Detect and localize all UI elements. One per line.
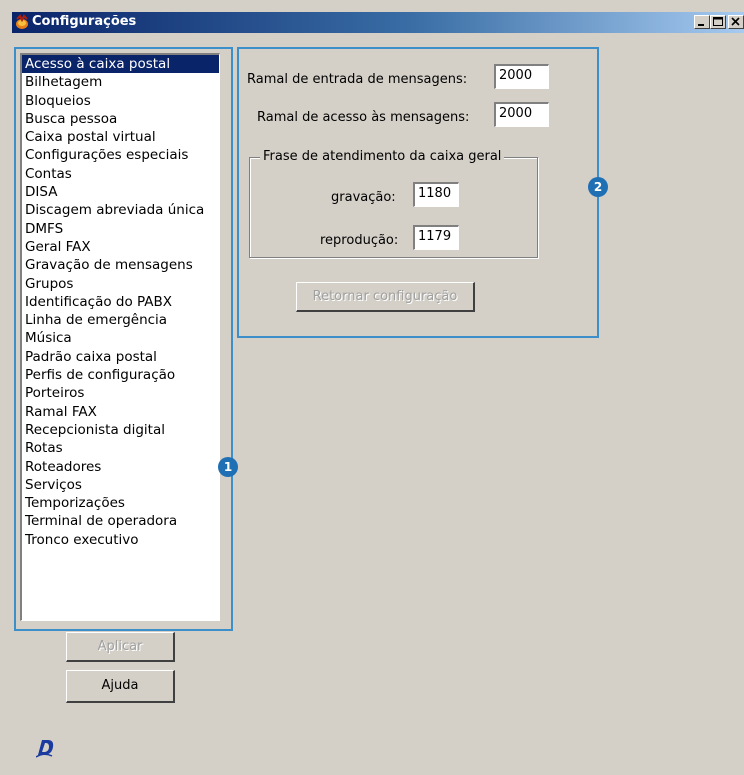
- list-item[interactable]: Serviços: [22, 476, 219, 494]
- maximize-icon: [713, 17, 723, 26]
- list-item[interactable]: Porteiros: [22, 384, 219, 402]
- minimize-icon: [698, 24, 704, 26]
- list-item[interactable]: Identificação do PABX: [22, 293, 219, 311]
- list-item[interactable]: Perfis de configuração: [22, 366, 219, 384]
- entrada-field[interactable]: 2000: [494, 64, 549, 89]
- aplicar-button[interactable]: Aplicar: [66, 632, 175, 662]
- list-item[interactable]: Música: [22, 329, 219, 347]
- settings-listbox[interactable]: Acesso à caixa postal Bilhetagem Bloqueios…: [20, 53, 220, 621]
- list-item[interactable]: Linha de emergência: [22, 311, 219, 329]
- list-item[interactable]: Roteadores: [22, 458, 219, 476]
- list-item[interactable]: Acesso à caixa postal: [22, 55, 219, 74]
- ajuda-button[interactable]: Ajuda: [66, 670, 175, 703]
- list-item[interactable]: Discagem abreviada única: [22, 201, 219, 219]
- acesso-label: Ramal de acesso às mensagens:: [257, 110, 470, 125]
- entrada-label: Ramal de entrada de mensagens:: [247, 72, 468, 87]
- list-item[interactable]: DMFS: [22, 220, 219, 238]
- groupbox-title: Frase de atendimento da caixa geral: [260, 149, 505, 164]
- list-item[interactable]: Terminal de operadora: [22, 512, 219, 530]
- callout-badge-1: 1: [218, 457, 238, 477]
- list-item[interactable]: Grupos: [22, 275, 219, 293]
- list-item[interactable]: Recepcionista digital: [22, 421, 219, 439]
- list-item[interactable]: Rotas: [22, 439, 219, 457]
- list-item[interactable]: Caixa postal virtual: [22, 128, 219, 146]
- gravacao-label: gravação:: [331, 190, 396, 205]
- list-item[interactable]: Padrão caixa postal: [22, 348, 219, 366]
- close-button[interactable]: [728, 15, 744, 29]
- title-bar[interactable]: Configurações: [12, 12, 744, 33]
- list-item[interactable]: DISA: [22, 183, 219, 201]
- list-item[interactable]: Bilhetagem: [22, 73, 219, 91]
- window-title: Configurações: [32, 14, 137, 29]
- reproducao-field[interactable]: 1179: [413, 225, 459, 250]
- list-item[interactable]: Temporizações: [22, 494, 219, 512]
- app-icon: [16, 14, 28, 29]
- list-item[interactable]: Geral FAX: [22, 238, 219, 256]
- gravacao-field[interactable]: 1180: [413, 182, 459, 207]
- minimize-button[interactable]: [694, 15, 710, 29]
- close-icon: [731, 17, 740, 26]
- configuracoes-window: Configurações Acesso à caixa postal Bilhe…: [0, 0, 744, 775]
- brand-logo: [36, 740, 54, 758]
- callout-badge-2: 2: [588, 177, 608, 197]
- reproducao-label: reprodução:: [320, 233, 399, 248]
- list-item[interactable]: Tronco executivo: [22, 531, 219, 549]
- list-item[interactable]: Configurações especiais: [22, 146, 219, 164]
- list-item[interactable]: Bloqueios: [22, 92, 219, 110]
- list-item[interactable]: Busca pessoa: [22, 110, 219, 128]
- list-item[interactable]: Gravação de mensagens: [22, 256, 219, 274]
- list-item[interactable]: Ramal FAX: [22, 403, 219, 421]
- acesso-field[interactable]: 2000: [494, 102, 549, 127]
- maximize-button[interactable]: [710, 15, 726, 29]
- list-item[interactable]: Contas: [22, 165, 219, 183]
- retornar-configuracao-button[interactable]: Retornar configuração: [296, 282, 475, 312]
